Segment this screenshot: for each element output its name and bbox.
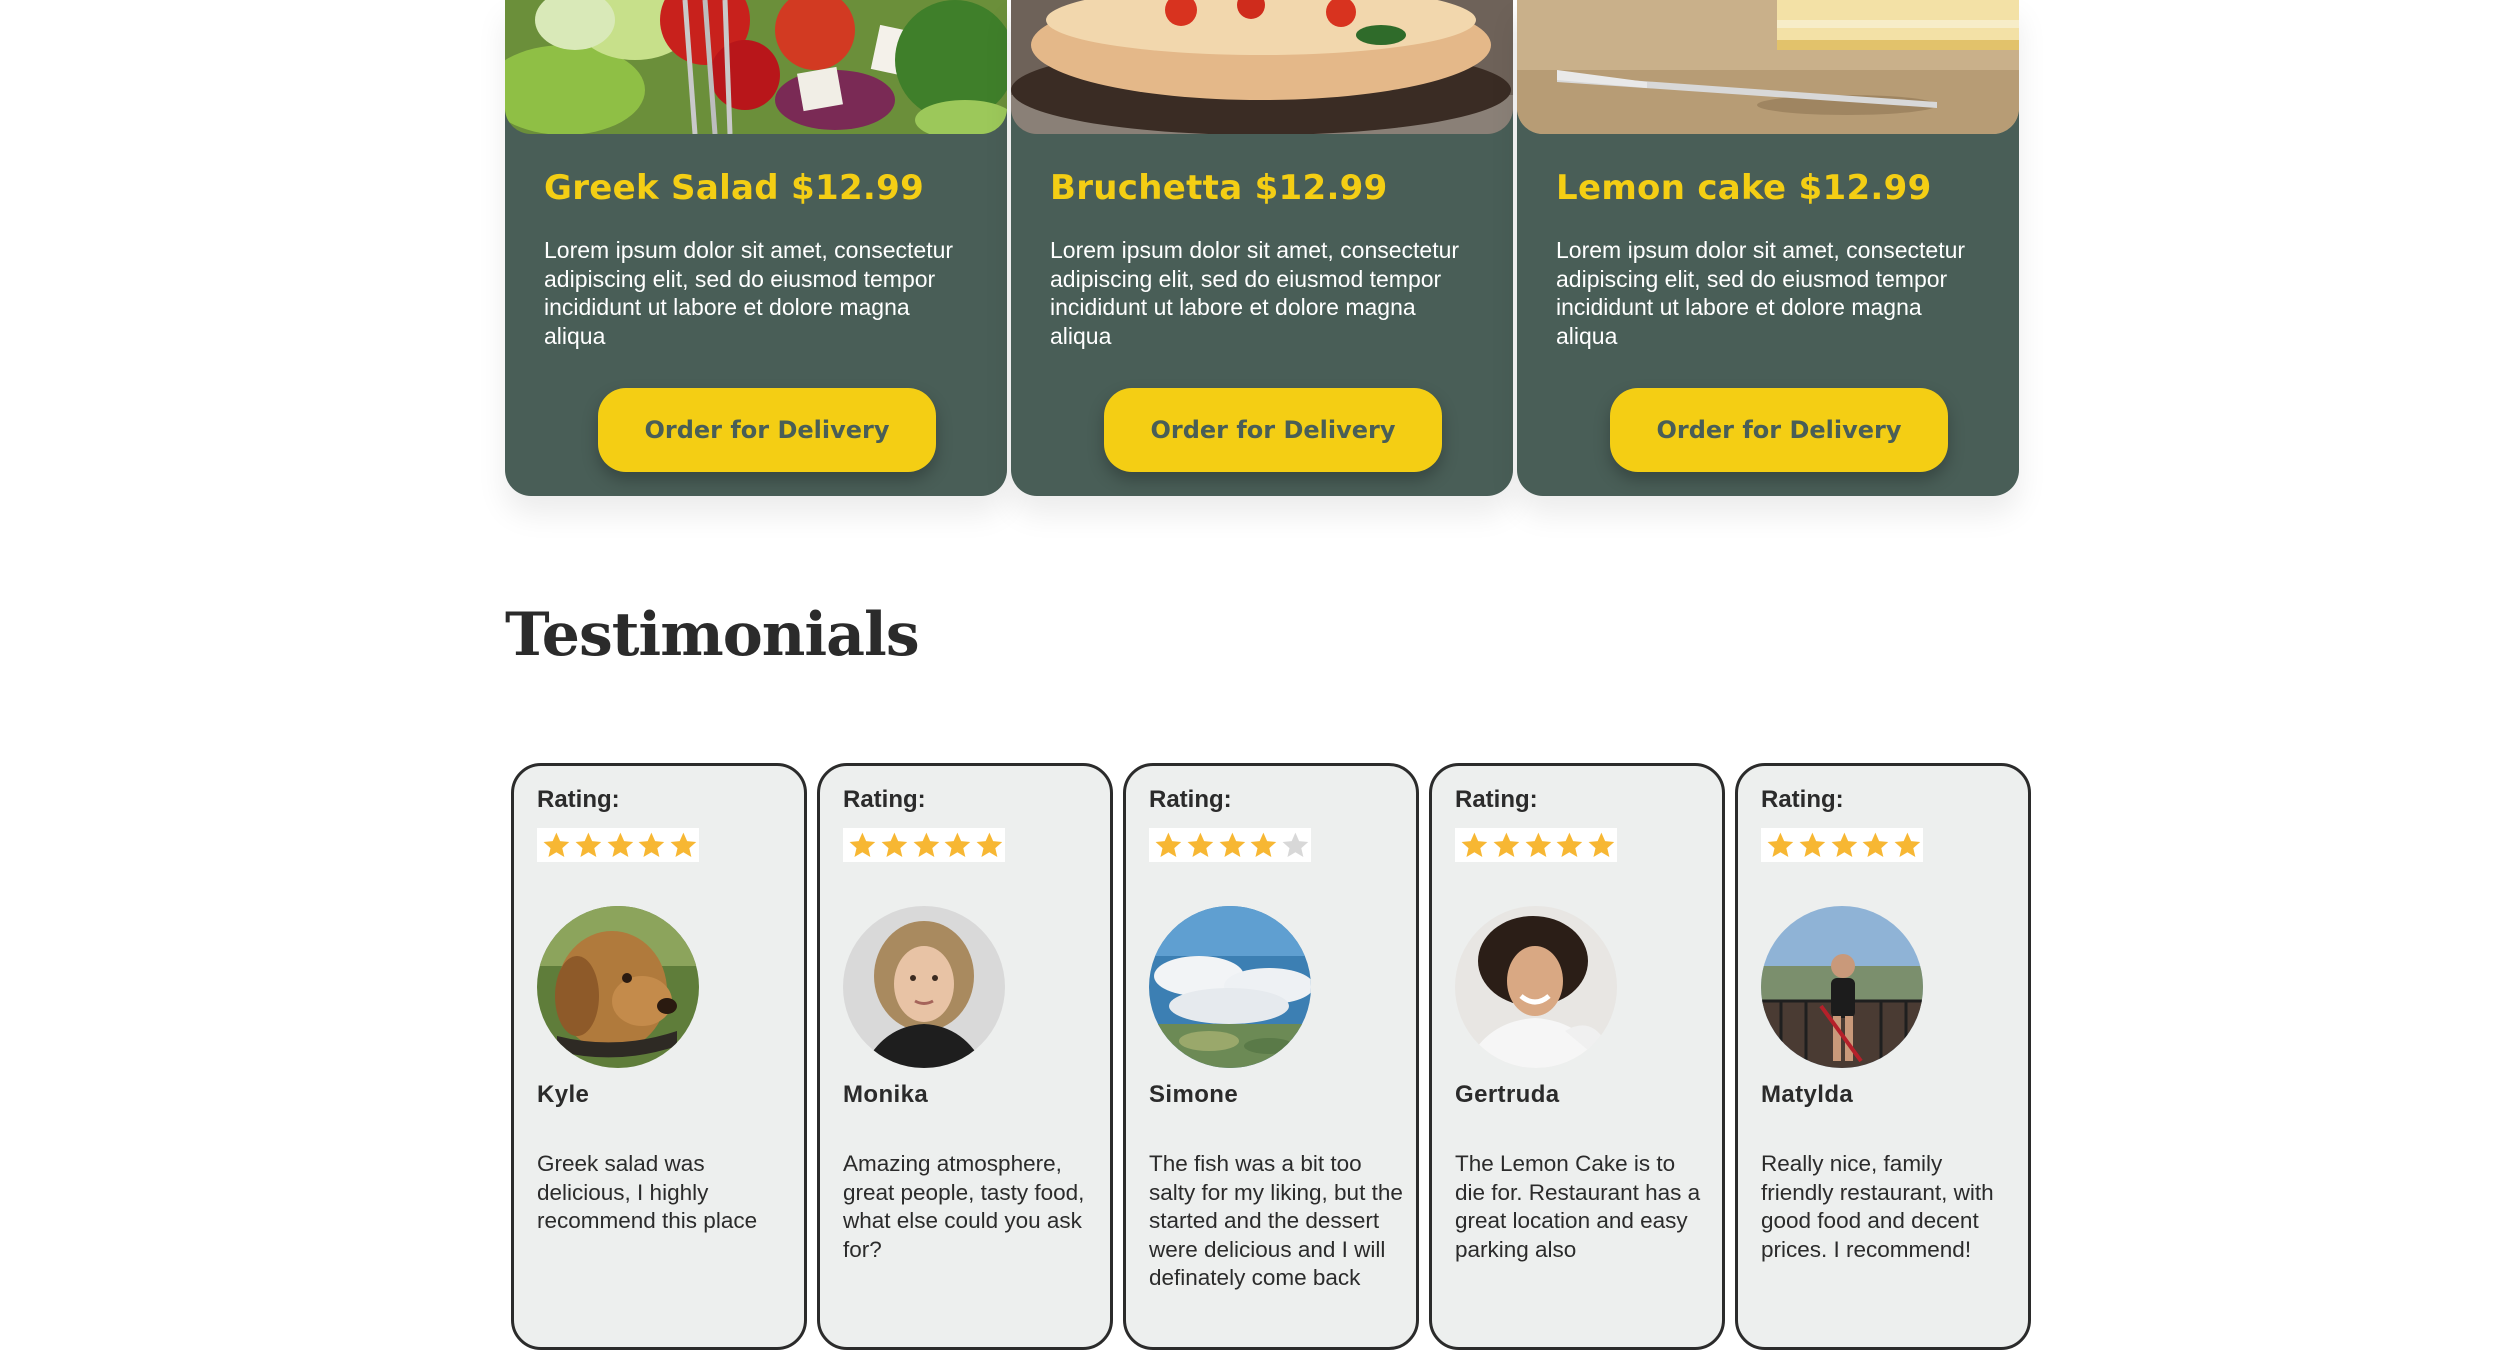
reviewer-name: Simone: [1149, 1081, 1239, 1108]
testimonials-heading: Testimonials: [505, 600, 920, 670]
star-icon: [1155, 832, 1182, 857]
reviewer-name: Monika: [843, 1081, 929, 1108]
testimonial-card: Rating: Kyle Greek salad was delicious, …: [511, 763, 807, 1350]
star-icon: [913, 832, 939, 857]
testimonial-card: Rating: Gertruda The Lemon Cake is to di…: [1429, 763, 1725, 1350]
testimonial-card: Rating: Matylda Really nice, family frie…: [1735, 763, 2031, 1350]
testimonial-card: Rating: Monika Amazing atmosphere, great…: [817, 763, 1113, 1350]
rating-stars: [1761, 828, 1923, 862]
dish-title: Bruchetta $12.99: [1050, 168, 1388, 208]
star-icon: [1282, 832, 1309, 857]
star-icon: [638, 832, 665, 857]
rating-stars: [1455, 828, 1617, 862]
avatar: [1149, 906, 1311, 1068]
rating-stars: [1149, 828, 1311, 862]
star-icon: [1894, 832, 1921, 857]
star-icon: [1831, 832, 1857, 857]
review-text: The Lemon Cake is to die for. Restaurant…: [1455, 1151, 1701, 1262]
dish-description: Lorem ipsum dolor sit amet, consectetur …: [1556, 237, 1966, 349]
star-icon: [670, 832, 697, 857]
star-icon: [1461, 832, 1488, 857]
star-icon: [1862, 832, 1889, 857]
review-text: Greek salad was delicious, I highly reco…: [537, 1151, 758, 1233]
dish-title: Lemon cake $12.99: [1556, 168, 1932, 208]
review-text: The fish was a bit too salty for my liki…: [1149, 1151, 1403, 1290]
star-icon: [607, 832, 633, 857]
star-icon: [1525, 832, 1551, 857]
bruchetta-photo: [1011, 0, 1513, 134]
rating-label: Rating:: [843, 786, 926, 813]
avatar: [537, 906, 699, 1068]
reviewer-name: Gertruda: [1455, 1081, 1560, 1108]
star-icon: [1799, 832, 1826, 857]
dish-description: Lorem ipsum dolor sit amet, consectetur …: [1050, 237, 1460, 349]
dish-title: Greek Salad $12.99: [544, 168, 925, 208]
lemon-cake-photo: [1517, 0, 2019, 134]
reviewer-name: Kyle: [537, 1081, 590, 1108]
rating-label: Rating:: [537, 786, 620, 813]
star-icon: [849, 832, 876, 857]
star-icon: [1493, 832, 1520, 857]
order-for-delivery-button[interactable]: Order for Delivery: [1104, 388, 1442, 472]
specials-cards: Greek Salad $12.99 Lorem ipsum dolor sit…: [505, 0, 2020, 500]
dish-card-bruchetta: Bruchetta $12.99 Lorem ipsum dolor sit a…: [1011, 0, 1513, 496]
avatar: [843, 906, 1005, 1068]
star-icon: [944, 832, 971, 857]
dish-card-greek-salad: Greek Salad $12.99 Lorem ipsum dolor sit…: [505, 0, 1007, 496]
rating-stars: [843, 828, 1005, 862]
order-for-delivery-button[interactable]: Order for Delivery: [1610, 388, 1948, 472]
star-icon: [1588, 832, 1615, 857]
star-icon: [881, 832, 908, 857]
star-icon: [1187, 832, 1214, 857]
avatar: [1455, 906, 1617, 1068]
star-icon: [1219, 832, 1245, 857]
rating-label: Rating:: [1149, 786, 1232, 813]
star-icon: [575, 832, 602, 857]
star-icon: [1250, 832, 1277, 857]
star-icon: [1556, 832, 1583, 857]
star-icon: [1767, 832, 1794, 857]
dish-card-lemon-cake: Lemon cake $12.99 Lorem ipsum dolor sit …: [1517, 0, 2019, 496]
star-icon: [543, 832, 570, 857]
review-text: Amazing atmosphere, great people, tasty …: [843, 1151, 1085, 1262]
review-text: Really nice, family friendly restaurant,…: [1761, 1151, 1994, 1262]
reviewer-name: Matylda: [1761, 1081, 1854, 1108]
rating-label: Rating:: [1455, 786, 1538, 813]
order-for-delivery-button[interactable]: Order for Delivery: [598, 388, 936, 472]
testimonial-card: Rating: Simone The fish was a bit too sa…: [1123, 763, 1419, 1350]
star-icon: [976, 832, 1003, 857]
rating-stars: [537, 828, 699, 862]
dish-description: Lorem ipsum dolor sit amet, consectetur …: [544, 237, 954, 349]
avatar: [1761, 906, 1923, 1068]
greek-salad-photo: [505, 0, 1007, 134]
rating-label: Rating:: [1761, 786, 1844, 813]
testimonials-list: Rating: Kyle Greek salad was delicious, …: [511, 763, 2031, 1350]
